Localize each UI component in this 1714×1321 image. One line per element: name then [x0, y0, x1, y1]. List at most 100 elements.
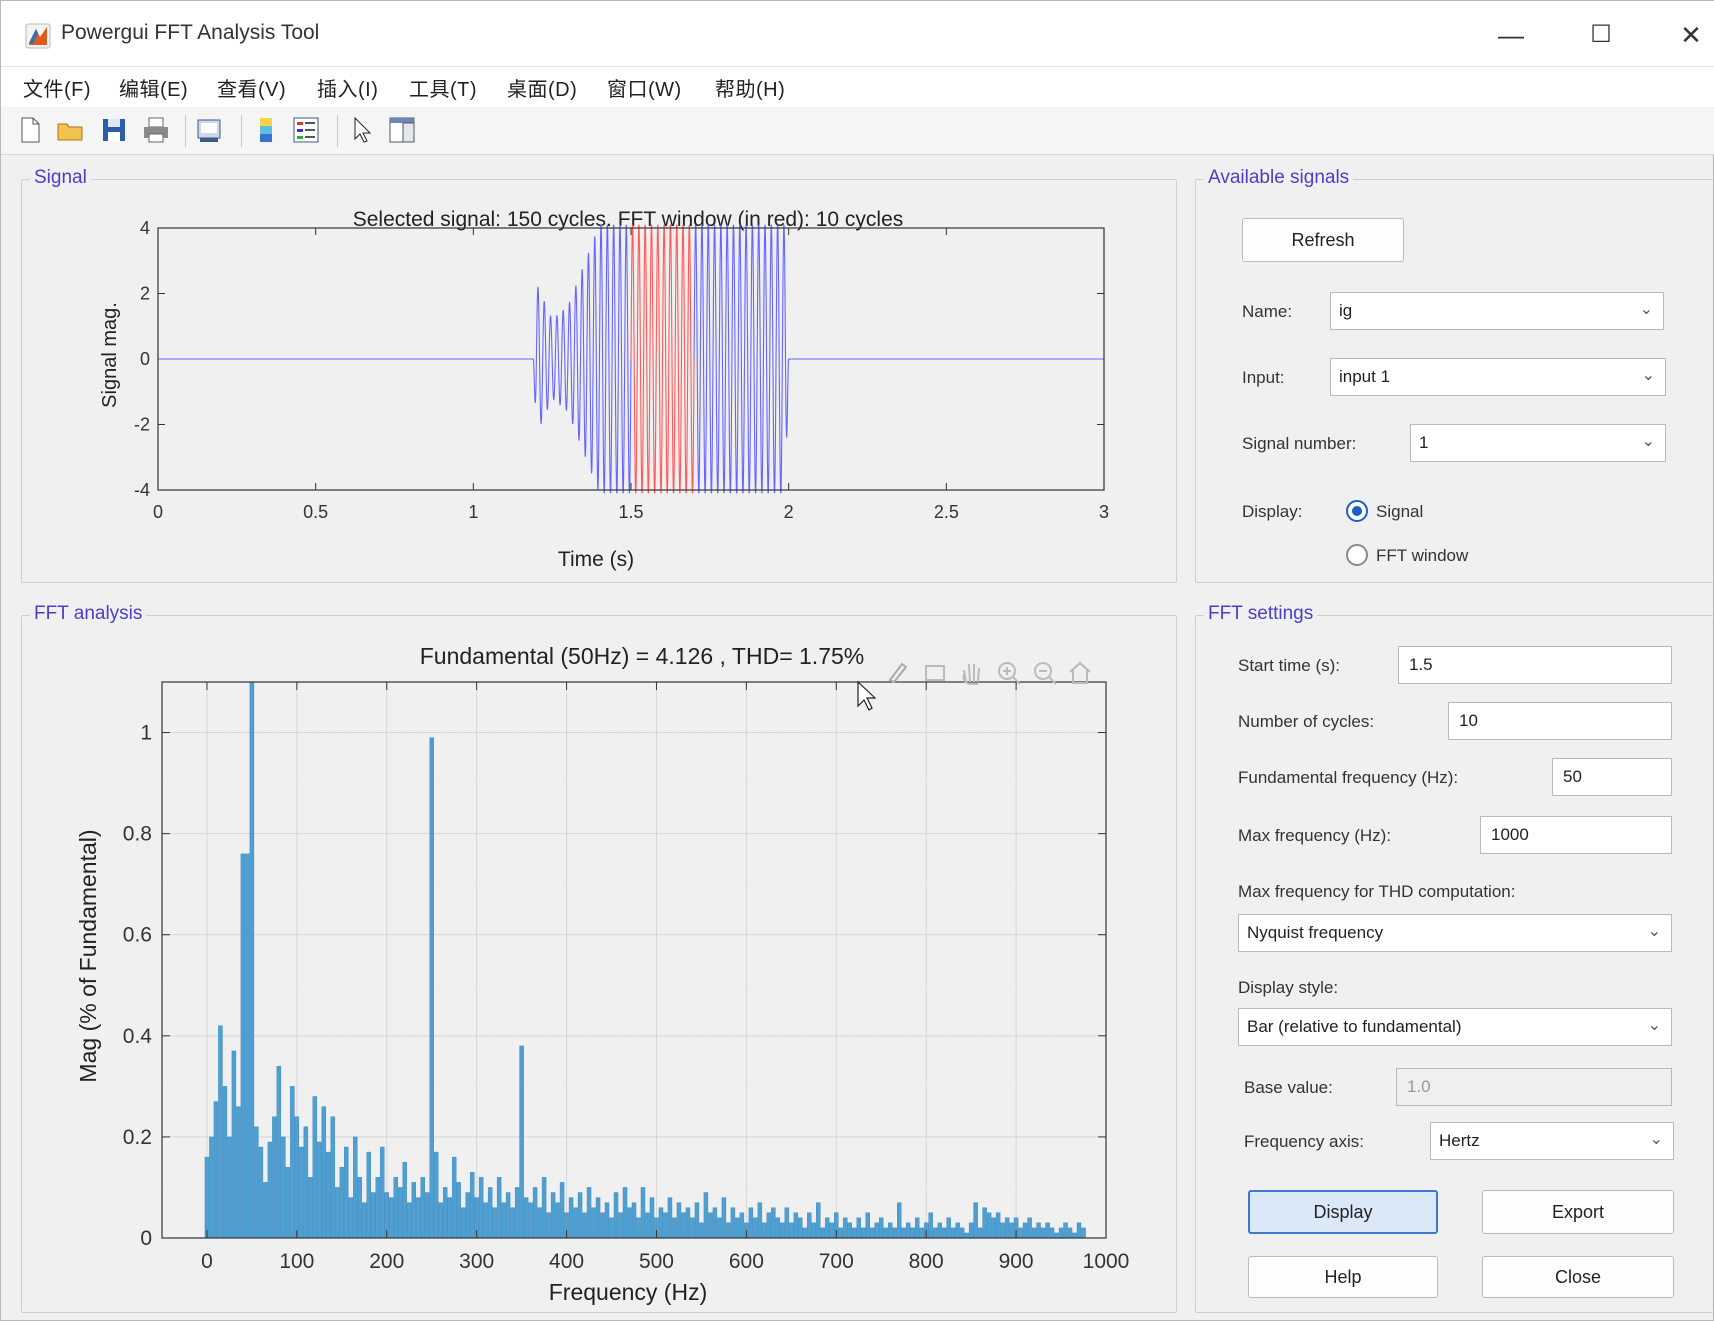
fft-bar [532, 1187, 538, 1239]
close-icon: ✕ [1680, 20, 1702, 50]
colorbar-icon[interactable] [251, 115, 281, 145]
fft-bar [676, 1202, 682, 1239]
fft-bar [487, 1187, 493, 1239]
fft-bar [703, 1192, 709, 1239]
fft-bar [982, 1207, 987, 1239]
fft-plot[interactable]: Fundamental (50Hz) = 4.126 , THD= 1.75% … [24, 620, 1174, 1310]
fft-y-tick-label: 0.2 [123, 1126, 152, 1149]
minimize-button[interactable]: — [1481, 15, 1541, 55]
input-value: input 1 [1339, 367, 1391, 386]
fft-bar [811, 1222, 817, 1239]
export-button[interactable]: Export [1482, 1190, 1674, 1234]
home-icon[interactable] [1069, 661, 1091, 684]
save-icon[interactable] [99, 115, 129, 145]
zoom-in-icon[interactable] [998, 662, 1021, 685]
fft-bars [204, 681, 1086, 1239]
fft-bar [357, 1177, 363, 1239]
fft-x-tick-label: 900 [999, 1250, 1034, 1273]
cycles-input[interactable]: 10 [1448, 702, 1672, 740]
available-signals-panel: Available signals Refresh Name: ig ⌄ Inpu… [1195, 167, 1714, 583]
fft-bar [433, 1151, 439, 1239]
help-button[interactable]: Help [1248, 1256, 1438, 1298]
fft-bar [739, 1212, 745, 1239]
maximize-icon: ☐ [1590, 21, 1612, 48]
print-icon[interactable] [141, 115, 171, 145]
new-file-icon[interactable] [15, 115, 45, 145]
fft-bar [492, 1207, 497, 1239]
fft-bar [537, 1207, 542, 1239]
start-time-input[interactable]: 1.5 [1398, 646, 1672, 684]
signal-x-tick-label: 0.5 [303, 502, 328, 522]
maximize-button[interactable]: ☐ [1571, 15, 1631, 55]
fund-freq-input[interactable]: 50 [1552, 758, 1672, 796]
menu-edit[interactable]: 编辑(E) [119, 73, 188, 102]
signal-y-tick-label: 0 [140, 349, 150, 369]
fft-bar [825, 1217, 830, 1239]
fft-bar [272, 1116, 277, 1239]
brush-icon[interactable] [888, 662, 908, 684]
signal-y-tick-label: -2 [134, 415, 150, 435]
thd-select[interactable]: Nyquist frequency ⌄ [1238, 914, 1672, 952]
fft-bar [451, 1156, 457, 1239]
max-freq-input[interactable]: 1000 [1480, 816, 1672, 854]
input-select[interactable]: input 1 ⌄ [1330, 358, 1666, 396]
fft-bar [946, 1217, 951, 1239]
close-button[interactable]: Close [1482, 1256, 1674, 1298]
fft-bar [950, 1227, 956, 1239]
chevron-down-icon: ⌄ [1639, 301, 1653, 318]
print-preview-icon[interactable] [195, 115, 225, 145]
fft-bar [861, 1227, 866, 1239]
refresh-button[interactable]: Refresh [1242, 218, 1404, 262]
fft-x-tick-label: 100 [279, 1250, 314, 1273]
freq-axis-select[interactable]: Hertz ⌄ [1430, 1122, 1674, 1160]
menu-view[interactable]: 查看(V) [217, 73, 286, 102]
fft-analysis-window: Powergui FFT Analysis Tool — ☐ ✕ 文件(F) 编… [0, 0, 1714, 1321]
menu-insert[interactable]: 插入(I) [317, 73, 378, 102]
pointer-icon[interactable] [347, 115, 377, 145]
fft-bar [986, 1212, 992, 1239]
datatip-icon[interactable] [925, 665, 945, 681]
fft-bar [843, 1217, 848, 1239]
name-select[interactable]: ig ⌄ [1330, 292, 1664, 330]
signal-series-line [158, 224, 632, 494]
display-style-select[interactable]: Bar (relative to fundamental) ⌄ [1238, 1008, 1672, 1046]
close-window-button[interactable]: ✕ [1661, 15, 1714, 55]
fft-bar [213, 1101, 219, 1239]
signal-number-select[interactable]: 1 ⌄ [1410, 424, 1666, 462]
fft-bar [438, 1202, 443, 1239]
fft-bar [730, 1207, 736, 1239]
property-editor-icon[interactable] [387, 115, 417, 145]
menu-desktop[interactable]: 桌面(D) [507, 73, 577, 102]
open-folder-icon[interactable] [55, 115, 85, 145]
display-signal-option: Signal [1376, 502, 1424, 521]
thd-value: Nyquist frequency [1247, 923, 1384, 942]
chevron-down-icon: ⌄ [1647, 923, 1661, 940]
menu-file[interactable]: 文件(F) [23, 73, 91, 102]
menu-tools[interactable]: 工具(T) [409, 73, 477, 102]
fft-bar [748, 1207, 754, 1239]
fft-bar [699, 1222, 704, 1239]
signal-x-tick-label: 2.5 [934, 502, 959, 522]
fft-bar [541, 1177, 547, 1239]
pan-hand-icon[interactable] [962, 663, 980, 685]
name-label: Name: [1242, 302, 1293, 321]
display-fft-window-radio[interactable] [1346, 544, 1368, 566]
fft-bar [303, 1126, 309, 1239]
fft-bar [559, 1182, 565, 1239]
fft-bar [865, 1212, 870, 1239]
fft-bar [528, 1202, 533, 1239]
menu-help[interactable]: 帮助(H) [715, 73, 785, 102]
signal-y-tick-label: 4 [140, 218, 150, 238]
signal-plot[interactable]: Selected signal: 150 cycles. FFT window … [24, 184, 1174, 580]
fft-bar [600, 1212, 605, 1239]
display-button[interactable]: Display [1248, 1190, 1438, 1234]
fft-bar [299, 1146, 304, 1239]
fft-bar [977, 1227, 983, 1239]
menu-window[interactable]: 窗口(W) [607, 73, 682, 102]
legend-icon[interactable] [291, 115, 321, 145]
display-label: Display: [1242, 502, 1303, 521]
zoom-out-icon[interactable] [1034, 662, 1057, 685]
signal-number-label: Signal number: [1242, 434, 1357, 453]
fft-bar [1027, 1217, 1032, 1239]
display-signal-radio[interactable] [1346, 500, 1368, 522]
